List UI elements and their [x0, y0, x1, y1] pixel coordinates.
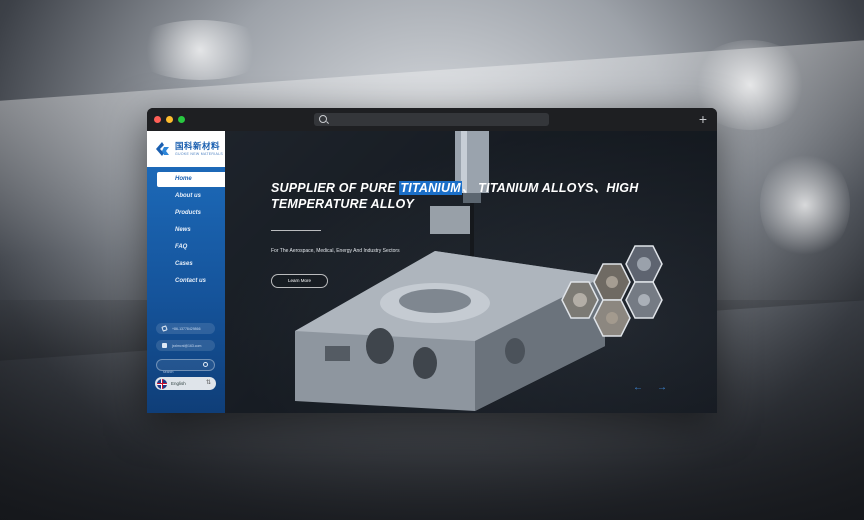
mail-icon — [162, 343, 167, 348]
logo-name-en: GUOKE NEW MATERIALS — [175, 151, 224, 156]
swap-arrows-icon: ⇅ — [205, 380, 211, 386]
logo-icon — [156, 142, 169, 156]
uk-flag-icon — [157, 378, 167, 389]
phone-number: +86-13778429866 — [172, 326, 201, 331]
learn-more-button[interactable]: Learn More — [271, 274, 328, 288]
search-icon[interactable] — [203, 362, 208, 367]
nav-item-home[interactable]: Home — [157, 172, 225, 187]
nav-item-contact-us[interactable]: Contact us — [157, 274, 225, 289]
browser-titlebar: + — [147, 108, 717, 131]
prev-slide-arrow-icon[interactable]: ← — [633, 383, 643, 393]
sidebar: 国科新材料 GUOKE NEW MATERIALS Home About us … — [147, 131, 225, 413]
background-sparkle — [760, 150, 850, 260]
plus-icon: + — [698, 111, 707, 127]
contact-phone[interactable]: +86-13778429866 — [156, 323, 215, 334]
nav-item-cases[interactable]: Cases — [157, 257, 225, 272]
new-tab-button[interactable]: + — [699, 111, 707, 127]
background-sparkle — [130, 20, 270, 80]
hero-title: SUPPLIER OF PURE TITANIUM、 TITANIUM ALLO… — [271, 180, 651, 212]
nav-item-products[interactable]: Products — [157, 206, 225, 221]
search-input[interactable] — [157, 367, 201, 377]
next-slide-arrow-icon[interactable]: → — [657, 383, 667, 393]
nav-item-faq[interactable]: FAQ — [157, 240, 225, 255]
title-divider — [271, 230, 321, 231]
search-icon — [319, 115, 327, 123]
logo-name-cn: 国科新材料 — [175, 141, 221, 152]
nav-item-news[interactable]: News — [157, 223, 225, 238]
hero-title-part1: SUPPLIER OF PURE — [271, 181, 400, 195]
contact-email[interactable]: jxxlmcnl@163.com — [156, 340, 215, 351]
email-address: jxxlmcnl@163.com — [172, 343, 202, 348]
language-label: English — [171, 381, 186, 386]
close-window-button[interactable] — [154, 116, 161, 123]
nav-item-about-us[interactable]: About us — [157, 189, 225, 204]
cnc-machine-image — [295, 131, 663, 411]
maximize-window-button[interactable] — [178, 116, 185, 123]
phone-icon — [161, 325, 168, 332]
hero-banner: SUPPLIER OF PURE TITANIUM、 TITANIUM ALLO… — [225, 131, 717, 413]
language-selector[interactable]: English ⇅ — [155, 377, 216, 390]
address-bar[interactable] — [314, 113, 549, 126]
sidebar-search — [156, 359, 215, 377]
browser-window: + 国科新材料 GUOKE NEW MATERIALS Home About u… — [147, 108, 717, 413]
minimize-window-button[interactable] — [166, 116, 173, 123]
hero-title-highlight: TITANIUM — [399, 181, 462, 195]
main-nav: Home About us Products News FAQ Cases Co… — [147, 172, 225, 289]
hero-subtitle: For The Aerospace, Medical, Energy And I… — [271, 248, 400, 254]
logo[interactable]: 国科新材料 GUOKE NEW MATERIALS — [147, 131, 225, 167]
